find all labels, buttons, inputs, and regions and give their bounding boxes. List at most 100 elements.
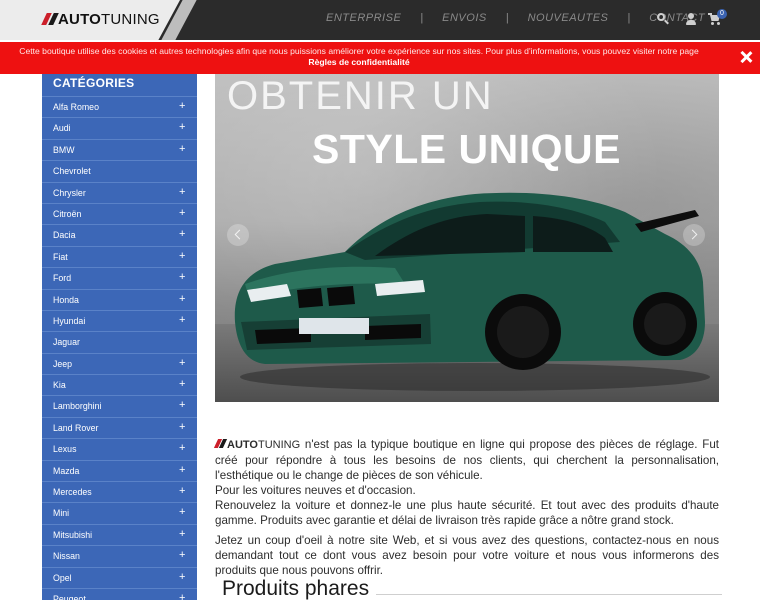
category-label[interactable]: Kia	[53, 380, 66, 390]
category-label[interactable]: Mitsubishi	[53, 530, 92, 540]
category-label[interactable]: Dacia	[53, 230, 76, 240]
category-label[interactable]: Chevrolet	[53, 166, 91, 176]
cookie-text: Cette boutique utilise des cookies et au…	[19, 46, 699, 56]
search-icon[interactable]	[656, 12, 670, 26]
category-item[interactable]: Citroën +	[42, 202, 197, 224]
category-label[interactable]: Peugeot	[53, 594, 86, 600]
expand-icon[interactable]: +	[179, 271, 185, 283]
category-item[interactable]: Audi +	[42, 117, 197, 138]
expand-icon[interactable]: +	[179, 100, 185, 112]
expand-icon[interactable]: +	[179, 314, 185, 326]
expand-icon[interactable]: +	[179, 399, 185, 411]
category-item[interactable]: Peugeot +	[42, 587, 197, 600]
expand-icon[interactable]: +	[179, 464, 185, 476]
intro-paragraph-2: Pour les voitures neuves et d'occasion.	[215, 484, 416, 497]
category-label[interactable]: Audi	[53, 123, 71, 133]
category-label[interactable]: Lexus	[53, 444, 76, 454]
category-item[interactable]: Mercedes +	[42, 481, 197, 502]
expand-icon[interactable]: +	[179, 378, 185, 390]
category-label[interactable]: BMW	[53, 145, 75, 155]
category-item[interactable]: Chrysler +	[42, 181, 197, 203]
nav-nouveautes[interactable]: NOUVEAUTES	[528, 12, 609, 24]
category-label[interactable]: Lamborghini	[53, 401, 101, 411]
category-item[interactable]: Lexus +	[42, 438, 197, 459]
logo-mark-icon[interactable]	[41, 13, 59, 25]
category-item[interactable]: Dacia +	[42, 224, 197, 245]
category-item[interactable]: Opel +	[42, 566, 197, 588]
category-label[interactable]: Nissan	[53, 551, 80, 561]
category-item[interactable]: Hyundai +	[42, 309, 197, 331]
nav-envois[interactable]: ENVOIS	[442, 12, 487, 24]
expand-icon[interactable]: +	[179, 506, 185, 518]
category-label[interactable]: Chrysler	[53, 188, 86, 198]
expand-icon[interactable]: +	[179, 357, 185, 369]
hero-heading-line2: STYLE UNIQUE	[312, 126, 621, 172]
categories-sidebar: CATÉGORIES Alfa Romeo + Audi + BMW + Chevrolet…	[42, 74, 197, 600]
category-item[interactable]: Mazda +	[42, 459, 197, 481]
slider-prev-icon[interactable]	[227, 224, 249, 246]
cookie-banner: Cette boutique utilise des cookies et au…	[0, 42, 760, 74]
expand-icon[interactable]: +	[179, 528, 185, 540]
category-label[interactable]: Hyundai	[53, 316, 85, 326]
user-icon[interactable]	[684, 12, 698, 26]
category-item[interactable]: Kia +	[42, 374, 197, 395]
car-photo	[234, 192, 710, 391]
site-logo[interactable]: AUTOTUNING	[58, 11, 160, 28]
expand-icon[interactable]: +	[179, 228, 185, 240]
expand-icon[interactable]: +	[179, 250, 185, 262]
category-item[interactable]: Ford +	[42, 267, 197, 288]
category-item[interactable]: Fiat +	[42, 245, 197, 267]
intro-brand-light: TUNING	[257, 439, 301, 451]
expand-icon[interactable]: +	[179, 571, 185, 583]
nav-separator: |	[627, 12, 631, 24]
category-label[interactable]: Jeep	[53, 359, 72, 369]
expand-icon[interactable]: +	[179, 421, 185, 433]
category-label[interactable]: Opel	[53, 573, 72, 583]
expand-icon[interactable]: +	[179, 485, 185, 497]
category-item[interactable]: Jaguar	[42, 331, 197, 352]
category-label[interactable]: Honda	[53, 295, 79, 305]
category-item[interactable]: Land Rover +	[42, 416, 197, 438]
close-icon[interactable]	[740, 51, 753, 63]
privacy-link[interactable]: Règles de confidentialité	[308, 57, 409, 67]
expand-icon[interactable]: +	[179, 549, 185, 561]
category-item[interactable]: Mini +	[42, 502, 197, 523]
category-item[interactable]: Alfa Romeo +	[42, 96, 197, 117]
category-item[interactable]: Honda +	[42, 288, 197, 310]
expand-icon[interactable]: +	[179, 592, 185, 600]
category-label[interactable]: Ford	[53, 273, 71, 283]
intro-paragraph-3: Renouvelez la voiture et donnez-le une p…	[215, 499, 719, 527]
category-item[interactable]: Mitsubishi +	[42, 523, 197, 545]
slider-next-icon[interactable]	[683, 224, 705, 246]
cart-count-badge: 0	[717, 9, 727, 19]
category-label[interactable]: Mazda	[53, 466, 79, 476]
category-label[interactable]: Citroën	[53, 209, 81, 219]
nav-separator: |	[420, 12, 424, 24]
category-label[interactable]: Land Rover	[53, 423, 98, 433]
category-item[interactable]: Lamborghini +	[42, 395, 197, 416]
category-item[interactable]: Chevrolet	[42, 160, 197, 181]
intro-paragraph-4: Jetez un coup d'oeil à notre site Web, e…	[215, 534, 719, 577]
expand-icon[interactable]: +	[179, 121, 185, 133]
section-divider	[376, 594, 722, 595]
sidebar-title: CATÉGORIES	[53, 76, 135, 90]
category-label[interactable]: Mercedes	[53, 487, 92, 497]
main-nav: ENTERPRISE | ENVOIS | NOUVEAUTES | CONTA…	[326, 12, 705, 24]
intro-paragraph-1: AUTOTUNING n'est pas la typique boutique…	[213, 437, 719, 483]
nav-separator: |	[505, 12, 509, 24]
category-item[interactable]: Jeep +	[42, 352, 197, 374]
hero-slider[interactable]: OBTENIR UN STYLE UNIQUE	[215, 74, 719, 402]
expand-icon[interactable]: +	[179, 143, 185, 155]
expand-icon[interactable]: +	[179, 293, 185, 305]
expand-icon[interactable]: +	[179, 207, 185, 219]
expand-icon[interactable]: +	[179, 186, 185, 198]
category-item[interactable]: BMW +	[42, 138, 197, 160]
category-label[interactable]: Fiat	[53, 252, 68, 262]
nav-enterprise[interactable]: ENTERPRISE	[326, 12, 401, 24]
category-item[interactable]: Nissan +	[42, 545, 197, 566]
cookie-message: Cette boutique utilise des cookies et au…	[14, 46, 704, 68]
category-label[interactable]: Jaguar	[53, 337, 80, 347]
category-label[interactable]: Mini	[53, 508, 69, 518]
category-label[interactable]: Alfa Romeo	[53, 102, 99, 112]
expand-icon[interactable]: +	[179, 442, 185, 454]
